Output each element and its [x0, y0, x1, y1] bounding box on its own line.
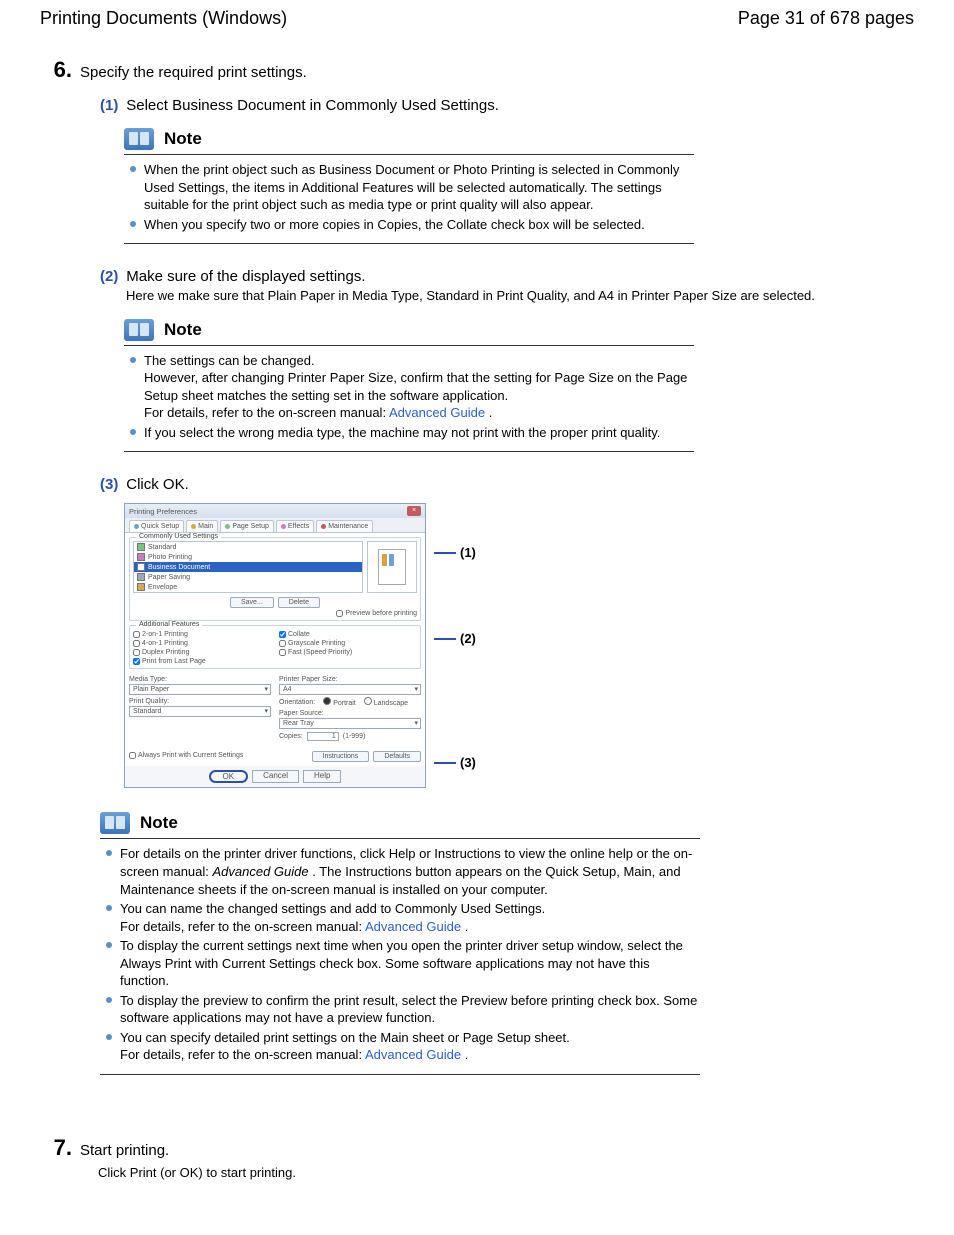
print-quality-dropdown[interactable]: Standard [129, 706, 271, 717]
note-item: When the print object such as Business D… [130, 161, 694, 214]
callout-3: (3) [434, 755, 476, 770]
dialog-title: Printing Preferences [129, 507, 197, 516]
printing-preferences-dialog: Printing Preferences × Quick Setup Main … [124, 503, 426, 788]
note-item: When you specify two or more copies in C… [130, 216, 694, 234]
substep-label: (1) [100, 97, 118, 114]
note-box-3: Note For details on the printer driver f… [100, 812, 700, 1075]
step-text: Specify the required print settings. [80, 64, 307, 81]
doc-title: Printing Documents (Windows) [40, 8, 287, 29]
page-header: Printing Documents (Windows) Page 31 of … [40, 8, 914, 29]
step-7-body: Click Print (or OK) to start printing. [98, 1165, 914, 1180]
grayscale-checkbox[interactable] [279, 640, 286, 647]
commonly-used-settings-group: Commonly Used Settings Standard Photo Pr… [129, 537, 421, 621]
substep-title: Click OK. [126, 476, 189, 493]
note-item: To display the current settings next tim… [106, 937, 700, 990]
help-button[interactable]: Help [303, 770, 341, 783]
note-title: Note [164, 129, 202, 149]
always-print-checkbox[interactable] [129, 752, 136, 759]
substep-body: Here we make sure that Plain Paper in Me… [126, 287, 914, 305]
note-icon [100, 812, 130, 834]
portrait-radio[interactable] [323, 697, 331, 705]
substep-1: (1) Select Business Document in Commonly… [100, 97, 914, 114]
note-box-2: Note The settings can be changed. Howeve… [124, 319, 694, 453]
note-item: If you select the wrong media type, the … [130, 424, 694, 442]
advanced-guide-link[interactable]: Advanced Guide [389, 405, 485, 420]
note-item: You can name the changed settings and ad… [106, 900, 700, 935]
checkbox-label: Preview before printing [345, 610, 417, 617]
paper-source-label: Paper Source: [279, 710, 421, 717]
dialog-tabs: Quick Setup Main Page Setup Effects Main… [125, 518, 425, 532]
substep-label: (2) [100, 268, 118, 285]
group-title: Commonly Used Settings [136, 533, 221, 540]
orientation-label: Orientation: [279, 699, 315, 706]
callout-1: (1) [434, 545, 476, 560]
preview-before-printing-checkbox[interactable] [336, 610, 343, 617]
step-text: Start printing. [80, 1142, 169, 1159]
advanced-guide-link[interactable]: Advanced Guide [365, 919, 461, 934]
tab-maintenance[interactable]: Maintenance [316, 520, 373, 532]
close-icon[interactable]: × [407, 506, 421, 516]
step-6: 6. Specify the required print settings. [40, 57, 914, 83]
paper-size-dropdown[interactable]: A4 [279, 684, 421, 695]
collate-checkbox[interactable] [279, 631, 286, 638]
copies-range: (1-999) [343, 733, 366, 740]
paper-source-dropdown[interactable]: Rear Tray [279, 718, 421, 729]
substep-3: (3) Click OK. [100, 476, 914, 493]
group-title: Additional Features [136, 621, 202, 628]
note-title: Note [140, 813, 178, 833]
paper-size-label: Printer Paper Size: [279, 676, 421, 683]
delete-button[interactable]: Delete [278, 597, 320, 608]
page-indicator: Page 31 of 678 pages [738, 8, 914, 29]
duplex-checkbox[interactable] [133, 649, 140, 656]
copies-input[interactable]: 1 [307, 732, 339, 741]
advanced-guide-link[interactable]: Advanced Guide [365, 1047, 461, 1062]
note-icon [124, 319, 154, 341]
tab-quick-setup[interactable]: Quick Setup [129, 520, 184, 532]
print-quality-label: Print Quality: [129, 698, 271, 705]
step-number: 6. [40, 57, 72, 83]
two-on-one-checkbox[interactable] [133, 631, 140, 638]
four-on-one-checkbox[interactable] [133, 640, 140, 647]
substep-title: Make sure of the displayed settings. [126, 268, 365, 285]
tab-page-setup[interactable]: Page Setup [220, 520, 274, 532]
step-7: 7. Start printing. [40, 1135, 914, 1161]
dialog-screenshot: Printing Preferences × Quick Setup Main … [124, 503, 464, 788]
tab-effects[interactable]: Effects [276, 520, 314, 532]
landscape-radio[interactable] [364, 697, 372, 705]
media-type-dropdown[interactable]: Plain Paper [129, 684, 271, 695]
additional-features-group: Additional Features 2-on-1 Printing 4-on… [129, 625, 421, 669]
copies-label: Copies: [279, 733, 303, 740]
settings-listbox[interactable]: Standard Photo Printing Business Documen… [133, 541, 363, 593]
note-item: The settings can be changed. However, af… [130, 352, 694, 422]
step-number: 7. [40, 1135, 72, 1161]
print-last-page-checkbox[interactable] [133, 658, 140, 665]
defaults-button[interactable]: Defaults [373, 751, 421, 762]
cancel-button[interactable]: Cancel [252, 770, 299, 783]
instructions-button[interactable]: Instructions [312, 751, 370, 762]
tab-main[interactable]: Main [186, 520, 218, 532]
note-title: Note [164, 320, 202, 340]
substep-2: (2) Make sure of the displayed settings.… [100, 268, 914, 305]
save-button[interactable]: Save... [230, 597, 274, 608]
preview-pane [367, 541, 417, 593]
callout-2: (2) [434, 631, 476, 646]
substep-title: Select Business Document in Commonly Use… [126, 97, 499, 114]
note-item: To display the preview to confirm the pr… [106, 992, 700, 1027]
fast-checkbox[interactable] [279, 649, 286, 656]
media-type-label: Media Type: [129, 676, 271, 683]
note-icon [124, 128, 154, 150]
note-item: For details on the printer driver functi… [106, 845, 700, 898]
ok-button[interactable]: OK [209, 770, 249, 783]
note-item: You can specify detailed print settings … [106, 1029, 700, 1064]
note-box-1: Note When the print object such as Busin… [124, 128, 694, 244]
substep-label: (3) [100, 476, 118, 493]
